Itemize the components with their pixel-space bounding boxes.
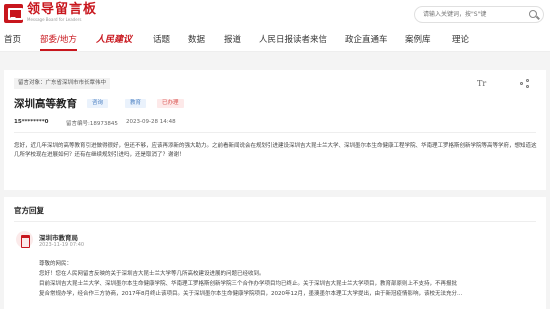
nav-item-ministries-localities[interactable]: 部委/地方: [40, 35, 77, 51]
reply-line: 目前深圳吉大昆士兰大学、深圳墨尔本生命健康学院、华南理工罗格斯创新学院三个合作办…: [39, 281, 458, 287]
message-target: 留言对象：广东省深圳市市长覃伟中: [14, 78, 111, 89]
reply-line: 您好！您在人民网留言反映的关于深圳吉大昆士兰大学等几所高校建设进展的问题已经收到…: [39, 271, 265, 277]
org-avatar-icon: [16, 231, 33, 248]
divider: [14, 221, 536, 222]
reply-org: 深圳市教育局: [39, 234, 78, 242]
type-badge: 咨询: [87, 99, 109, 108]
nav-item-theory[interactable]: 理论: [452, 35, 469, 46]
divider: [14, 132, 536, 133]
reply-card: 官方回复 深圳市教育局 2023-11-19 07:40 尊敬的网民： 您好！您…: [4, 197, 546, 309]
logo-subtitle: Message Board for Leaders: [27, 17, 82, 22]
logo-title: 领导留言板: [27, 2, 98, 17]
message-title: 深圳高等教育: [14, 98, 77, 110]
reply-time: 2023-11-19 07:40: [39, 242, 85, 248]
nav-item-reader-letters[interactable]: 人民日报读者来信: [259, 35, 327, 46]
search-box: [414, 6, 544, 23]
nav-item-data[interactable]: 数据: [188, 35, 205, 46]
user-id: 15********0: [14, 119, 49, 125]
search-icon[interactable]: [529, 10, 537, 18]
message-id: 留言编号:18973845: [66, 121, 118, 127]
nav-item-home[interactable]: 首页: [4, 35, 21, 46]
site-logo[interactable]: 领导留言板 Message Board for Leaders: [4, 3, 97, 23]
message-body: 您好，近几年深圳的高等教育引进做得很好，但还不够，应该再添新的强大助力。之前看新…: [14, 143, 537, 158]
nav-item-topics[interactable]: 话题: [153, 35, 170, 46]
reply-header: 官方回复: [14, 206, 44, 215]
top-bar: 领导留言板 Message Board for Leaders: [0, 0, 550, 30]
status-badge: 已办理: [157, 99, 184, 108]
nav-item-govt-business[interactable]: 政企直通车: [345, 35, 388, 46]
nav-item-people-suggestions[interactable]: 人民建议: [96, 35, 132, 46]
message-time: 2023-09-28 14:48: [126, 119, 176, 125]
nav-item-reports[interactable]: 报道: [224, 35, 241, 46]
category-badge: 教育: [125, 99, 147, 108]
nav-item-case-library[interactable]: 案例库: [405, 35, 431, 46]
search-input[interactable]: [423, 10, 523, 19]
main-nav: 首页 部委/地方 人民建议 话题 数据 报道 人民日报读者来信 政企直通车 案例…: [0, 30, 550, 52]
message-board-icon: [4, 3, 23, 23]
reply-line: 尊敬的网民：: [39, 261, 73, 267]
share-icon[interactable]: [520, 79, 530, 89]
reply-body: 尊敬的网民： 您好！您在人民网留言反映的关于深圳吉大昆士兰大学等几所高校建设进展…: [39, 259, 539, 299]
font-size-icon[interactable]: Tr: [477, 79, 486, 88]
message-card: 留言对象：广东省深圳市市长覃伟中 Tr 深圳高等教育 咨询 教育 已办理 15*…: [4, 70, 546, 190]
reply-line: 复合常规办学，经合作三方协商，2017年8月终止该项目。关于深圳墨尔本生命健康学…: [39, 291, 463, 297]
